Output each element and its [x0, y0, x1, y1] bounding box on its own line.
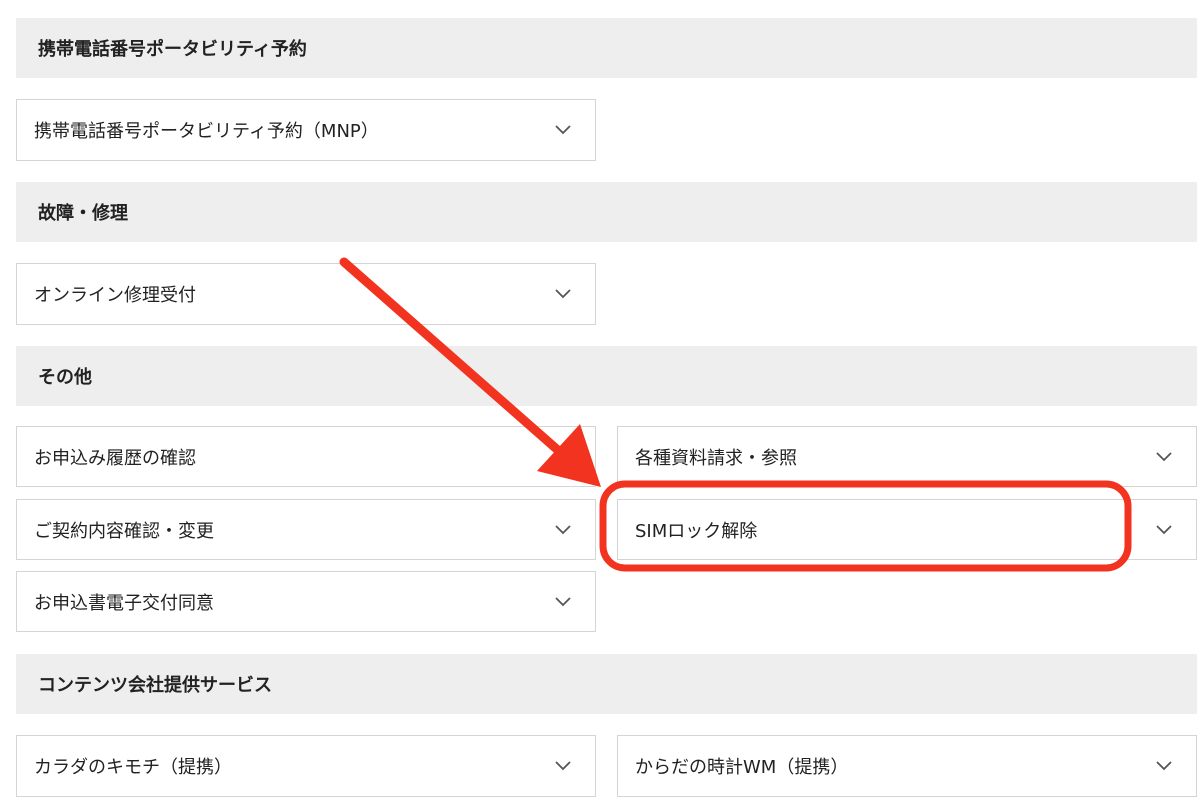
- section-header-mnp: 携帯電話番号ポータビリティ予約: [16, 18, 1197, 78]
- item-online-repair[interactable]: オンライン修理受付: [16, 263, 596, 325]
- section-title: その他: [38, 367, 92, 388]
- chevron-down-icon: [555, 758, 571, 774]
- item-e-document-consent[interactable]: お申込書電子交付同意: [16, 571, 596, 632]
- chevron-down-icon: [555, 286, 571, 302]
- item-contract-change[interactable]: ご契約内容確認・変更: [16, 499, 596, 560]
- item-mnp[interactable]: 携帯電話番号ポータビリティ予約（MNP）: [16, 99, 596, 161]
- item-label: からだの時計WM（提携）: [635, 757, 849, 778]
- section-title: 故障・修理: [38, 203, 128, 224]
- chevron-down-icon: [1156, 449, 1172, 465]
- item-sim-unlock[interactable]: SIMロック解除: [617, 499, 1197, 560]
- item-label: お申込書電子交付同意: [34, 592, 214, 614]
- item-label: ご契約内容確認・変更: [34, 520, 214, 542]
- section-title: 携帯電話番号ポータビリティ予約: [38, 39, 307, 60]
- item-label: オンライン修理受付: [34, 285, 196, 306]
- item-label: 各種資料請求・参照: [635, 447, 797, 469]
- chevron-down-icon: [1156, 522, 1172, 538]
- item-application-history[interactable]: お申込み履歴の確認: [16, 426, 596, 487]
- section-header-content-services: コンテンツ会社提供サービス: [16, 654, 1197, 714]
- item-karada-kimochi[interactable]: カラダのキモチ（提携）: [16, 735, 596, 797]
- chevron-down-icon: [1156, 758, 1172, 774]
- chevron-down-icon: [555, 122, 571, 138]
- chevron-down-icon: [555, 594, 571, 610]
- item-karada-tokei[interactable]: からだの時計WM（提携）: [617, 735, 1197, 797]
- item-label: SIMロック解除: [635, 520, 758, 542]
- section-header-repair: 故障・修理: [16, 182, 1197, 242]
- chevron-down-icon: [555, 522, 571, 538]
- section-header-other: その他: [16, 346, 1197, 406]
- section-title: コンテンツ会社提供サービス: [38, 675, 272, 696]
- item-document-request[interactable]: 各種資料請求・参照: [617, 426, 1197, 487]
- item-label: 携帯電話番号ポータビリティ予約（MNP）: [34, 121, 379, 142]
- item-label: カラダのキモチ（提携）: [34, 757, 232, 778]
- item-label: お申込み履歴の確認: [34, 447, 196, 469]
